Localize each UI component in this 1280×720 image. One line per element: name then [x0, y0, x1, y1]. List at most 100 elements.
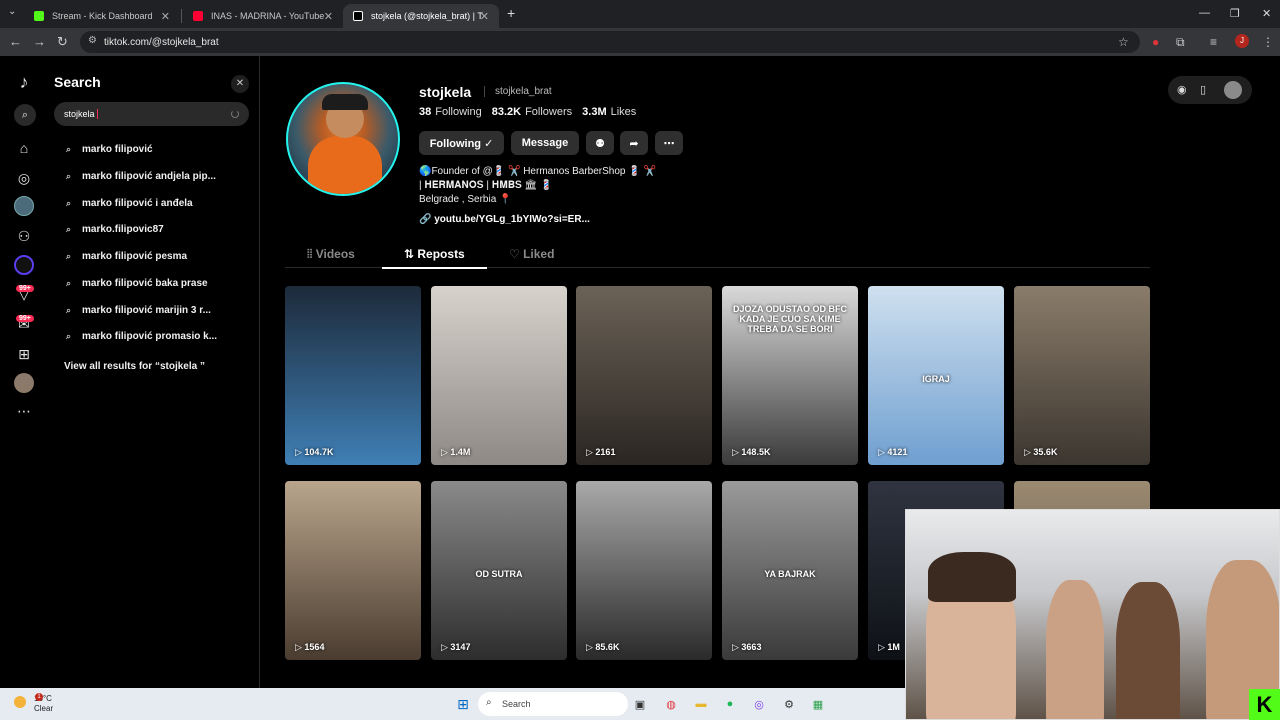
- extensions-puzzle-icon[interactable]: ⧉: [1176, 35, 1185, 50]
- task-view-icon[interactable]: ▣: [632, 696, 648, 712]
- suggestion-item[interactable]: ⌕ marko filipović promasio k...: [66, 331, 217, 342]
- search-query: stojkela: [64, 109, 95, 119]
- activity-badge: 99+: [16, 285, 34, 292]
- steam-icon[interactable]: ⚙: [781, 696, 797, 712]
- file-explorer-icon[interactable]: ▬: [693, 696, 709, 712]
- explore-icon[interactable]: ◎: [14, 168, 34, 188]
- play-icon: ▷: [295, 642, 305, 652]
- profile-stats: 38 Following 83.2K Followers 3.3M Likes: [419, 106, 636, 118]
- tab-kick-dashboard[interactable]: Stream - Kick Dashboard ✕: [24, 4, 180, 28]
- close-tab-icon[interactable]: ✕: [161, 10, 170, 23]
- tab-liked[interactable]: ♡ Liked: [509, 247, 554, 261]
- bio-line: 🌎Founder of @💈 ✂️ Hermanos BarberShop 💈 …: [419, 166, 656, 177]
- play-icon: ▷: [878, 447, 888, 457]
- upload-icon[interactable]: ⊞: [14, 344, 34, 364]
- video-tile[interactable]: ▷ 1.4M: [431, 286, 567, 465]
- more-menu-icon[interactable]: ⋮: [1262, 35, 1274, 49]
- kick-favicon-icon: [34, 11, 44, 21]
- close-search-icon[interactable]: ✕: [231, 75, 249, 93]
- search-input[interactable]: stojkela: [54, 102, 249, 126]
- video-caption-overlay: OD SUTRA: [475, 569, 523, 579]
- video-tile[interactable]: DJOZA ODUSTAO OD BFC KADA JE CUO SA KIME…: [722, 286, 858, 465]
- video-tile[interactable]: ▷ 1564: [285, 481, 421, 660]
- play-icon: ▷: [1024, 447, 1034, 457]
- spotify-icon[interactable]: ●: [722, 696, 738, 712]
- video-caption-overlay: DJOZA ODUSTAO OD BFC KADA JE CUO SA KIME…: [733, 304, 847, 334]
- coin-icon[interactable]: ◉: [1177, 83, 1187, 96]
- new-tab-button[interactable]: +: [507, 5, 515, 21]
- video-tile[interactable]: YA BAJRAK ▷ 3663: [722, 481, 858, 660]
- add-friend-icon[interactable]: ⚉: [586, 131, 614, 155]
- taskbar-search[interactable]: ⌕ Search: [478, 692, 628, 716]
- profile-avatar[interactable]: [286, 82, 400, 196]
- suggestion-item[interactable]: ⌕ marko filipović marijin 3 r...: [66, 305, 211, 316]
- device-icon[interactable]: ▯: [1200, 83, 1206, 96]
- more-options-icon[interactable]: ⋯: [655, 131, 683, 155]
- tab-list-chevron-icon[interactable]: ⌄: [8, 6, 16, 17]
- message-button[interactable]: Message: [511, 131, 579, 155]
- back-icon[interactable]: ←: [9, 34, 22, 49]
- suggestion-item[interactable]: ⌕ marko filipović pesma: [66, 251, 187, 262]
- user-avatar[interactable]: [1224, 81, 1242, 99]
- profile-avatar-icon[interactable]: [14, 373, 34, 393]
- video-tile[interactable]: IGRAJ ▷ 4121: [868, 286, 1004, 465]
- app-icon[interactable]: ▦: [810, 696, 826, 712]
- weather-widget[interactable]: 1 16°C Clear: [14, 693, 53, 714]
- restore-icon[interactable]: ❐: [1230, 7, 1240, 20]
- video-tile[interactable]: ▷ 2161: [576, 286, 712, 465]
- close-tab-icon[interactable]: ✕: [480, 10, 489, 23]
- repost-icon: ⇅: [404, 247, 418, 261]
- chrome-icon[interactable]: ◍: [663, 696, 679, 712]
- video-tile[interactable]: ▷ 35.6K: [1014, 286, 1150, 465]
- play-icon: ▷: [441, 447, 451, 457]
- tab-search-icon[interactable]: ≡: [1210, 35, 1217, 49]
- suggestion-item[interactable]: ⌕ marko filipović baka prase: [66, 278, 208, 289]
- following-avatar-icon[interactable]: [14, 196, 34, 216]
- tiktok-logo-icon[interactable]: ♪: [14, 72, 34, 92]
- profile-tabs: ⦙⦙ Videos ⇅ Reposts ♡ Liked: [285, 240, 1150, 269]
- forward-icon[interactable]: →: [33, 34, 46, 49]
- home-icon[interactable]: ⌂: [14, 138, 34, 158]
- tab-youtube[interactable]: INAS - MADRINA - YouTube ✕: [183, 4, 343, 28]
- site-info-icon[interactable]: ⚙: [88, 35, 97, 46]
- bookmark-star-icon[interactable]: ☆: [1118, 35, 1129, 49]
- tab-videos[interactable]: ⦙⦙ Videos: [307, 247, 355, 262]
- more-icon[interactable]: ⋯: [14, 401, 34, 421]
- extension-red-icon[interactable]: ●: [1152, 35, 1159, 49]
- live-icon[interactable]: [14, 255, 34, 275]
- video-tile[interactable]: OD SUTRA ▷ 3147: [431, 481, 567, 660]
- view-all-results-link[interactable]: View all results for “stojkela ”: [64, 361, 205, 372]
- friends-icon[interactable]: ⚇: [14, 226, 34, 246]
- following-button[interactable]: Following ✓: [419, 131, 504, 155]
- search-icon: ⌕: [66, 144, 72, 154]
- address-bar-row: ← → ↻ ⚙ tiktok.com/@stojkela_brat ☆ ● ⧉ …: [0, 28, 1280, 56]
- suggestion-item[interactable]: ⌕ marko filipović: [66, 144, 153, 155]
- following-stat[interactable]: 38 Following: [419, 106, 482, 118]
- minimize-icon[interactable]: —: [1199, 7, 1210, 19]
- browser-profile-avatar[interactable]: J: [1235, 34, 1249, 48]
- video-tile[interactable]: ▷ 104.7K: [285, 286, 421, 465]
- suggestion-item[interactable]: ⌕ marko filipović i anđela: [66, 198, 193, 209]
- reload-icon[interactable]: ↻: [57, 34, 68, 50]
- close-tab-icon[interactable]: ✕: [324, 10, 333, 23]
- webcam-overlay: [905, 509, 1280, 720]
- search-icon: ⌕: [66, 278, 72, 288]
- start-icon[interactable]: ⊞: [455, 696, 471, 712]
- url-bar[interactable]: ⚙ tiktok.com/@stojkela_brat: [80, 31, 1140, 53]
- bio-link[interactable]: 🔗 youtu.be/YGLg_1bYIWo?si=ER...: [419, 214, 590, 225]
- view-count: ▷ 2161: [586, 447, 616, 457]
- play-icon: ▷: [732, 447, 742, 457]
- followers-stat[interactable]: 83.2K Followers: [492, 106, 572, 118]
- search-icon[interactable]: ⌕: [14, 104, 36, 126]
- grid-icon: ⦙⦙: [307, 247, 316, 261]
- suggestion-item[interactable]: ⌕ marko.filipovic87: [66, 224, 164, 235]
- tab-title: INAS - MADRINA - YouTube: [211, 11, 325, 21]
- video-tile[interactable]: ▷ 85.6K: [576, 481, 712, 660]
- tab-reposts[interactable]: ⇅ Reposts: [404, 247, 465, 261]
- tab-tiktok[interactable]: stojkela (@stojkela_brat) | TikTo ✕: [343, 4, 499, 28]
- obs-icon[interactable]: ◎: [751, 696, 767, 712]
- window-close-icon[interactable]: ✕: [1262, 7, 1271, 20]
- suggestion-item[interactable]: ⌕ marko filipović andjela pip...: [66, 171, 216, 182]
- share-icon[interactable]: ➦: [620, 131, 648, 155]
- view-count: ▷ 1564: [295, 642, 325, 652]
